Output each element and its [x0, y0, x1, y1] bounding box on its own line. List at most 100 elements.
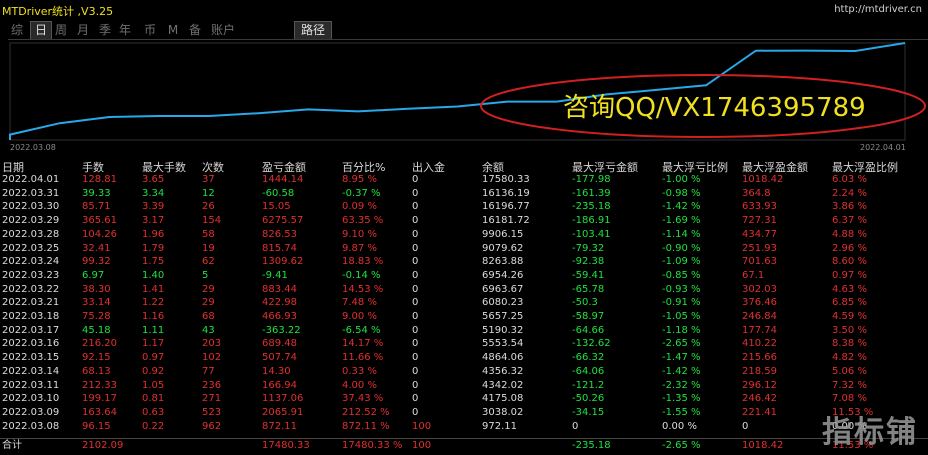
table-cell: 633.93: [742, 201, 777, 213]
table-cell: 38.30: [82, 283, 111, 295]
table-cell: 422.98: [262, 297, 297, 309]
table-cell: 1.16: [142, 311, 165, 322]
table-cell: 815.74: [262, 242, 297, 254]
tab-5[interactable]: 年: [116, 22, 134, 39]
table-cell: -0.14 %: [342, 269, 381, 281]
table-cell: 2022.03.15: [2, 352, 60, 364]
table-cell: 合计: [2, 440, 22, 451]
table-cell: 102: [202, 352, 222, 364]
table-cell: 2022.03.25: [2, 242, 60, 254]
table-cell: 365.61: [82, 215, 117, 227]
table-cell: 1.40: [142, 269, 165, 281]
table-cell: 9.10 %: [342, 228, 377, 240]
table-cell: 3.86 %: [832, 201, 867, 213]
table-cell: 212.33: [82, 379, 117, 391]
tab-3[interactable]: 月: [74, 22, 92, 39]
table-cell: 16136.19: [482, 187, 530, 199]
table-cell: 2022.03.31: [2, 187, 60, 199]
table-cell: 2022.03.10: [2, 393, 60, 405]
table-cell: 1.11: [142, 324, 165, 336]
table-row: 2022.03.31 39.33 3.34 12 -60.58 -0.37 % 0 16136…: [0, 187, 928, 200]
table-cell: -0.37 %: [342, 187, 381, 199]
tab-7[interactable]: M: [166, 22, 180, 39]
tab-6[interactable]: 币: [140, 22, 160, 39]
table-cell: 19: [202, 242, 215, 254]
table-cell: 0: [412, 256, 419, 268]
table-row: 2022.04.01 128.81 3.65 37 1444.14 8.95 % 0 1758…: [0, 173, 928, 186]
table-cell: 7.32 %: [832, 379, 867, 391]
table-cell: 0: [412, 338, 419, 350]
table-cell: 3.65: [142, 174, 165, 185]
table-cell: -0.98 %: [662, 187, 701, 199]
table-cell: 9.87 %: [342, 242, 377, 254]
table-cell: -2.65 %: [662, 338, 701, 350]
table-cell: 37: [202, 174, 215, 185]
table-cell: -79.32: [572, 242, 605, 254]
table-cell: 29: [202, 297, 215, 309]
table-cell: 154: [202, 215, 222, 227]
table-cell: 166.94: [262, 379, 297, 391]
table-cell: 251.93: [742, 242, 777, 254]
table-cell: 507.74: [262, 352, 297, 364]
table-cell: 16196.77: [482, 201, 530, 213]
table-cell: 18.83 %: [342, 256, 384, 268]
table-cell: 63.35 %: [342, 215, 384, 227]
table-cell: 1018.42: [742, 174, 784, 185]
table-cell: 0.97 %: [832, 269, 867, 281]
table-cell: 4.82 %: [832, 352, 867, 364]
path-button[interactable]: 路径: [294, 21, 332, 40]
table-cell: 872.11 %: [342, 420, 390, 432]
table-cell: 8.60 %: [832, 256, 867, 268]
table-row: 2022.03.11 212.33 1.05 236 166.94 4.00 % 0 4342…: [0, 379, 928, 392]
table-cell: 199.17: [82, 393, 117, 405]
table-cell: 1137.06: [262, 393, 304, 405]
table-cell: 9.00 %: [342, 311, 377, 322]
tab-1[interactable]: 日: [30, 21, 52, 40]
table-cell: 16181.72: [482, 215, 530, 227]
tab-8[interactable]: 备: [186, 22, 204, 39]
table-cell: 0.22: [142, 420, 165, 432]
table-row: 2022.03.21 33.14 1.22 29 422.98 7.48 % 0 6080.2…: [0, 296, 928, 309]
table-cell: -65.78: [572, 283, 605, 295]
table-row: 2022.03.15 92.15 0.97 102 507.74 11.66 % 0 4864…: [0, 351, 928, 364]
table-cell: 11.66 %: [342, 352, 384, 364]
table-cell: 0: [412, 228, 419, 240]
table-cell: -64.06: [572, 365, 605, 377]
table-cell: 2.96 %: [832, 242, 867, 254]
table-cell: 96.15: [82, 420, 111, 432]
table-cell: 216.20: [82, 338, 117, 350]
table-cell: 4864.06: [482, 352, 524, 364]
table-cell: 872.11: [262, 420, 297, 432]
table-cell: 100: [412, 440, 432, 451]
table-cell: -64.66: [572, 324, 605, 336]
table-cell: -34.15: [572, 406, 605, 418]
table-cell: 246.84: [742, 311, 777, 322]
table-row: 2022.03.18 75.28 1.16 68 466.93 9.00 % 0 5657.2…: [0, 310, 928, 323]
table-cell: 1.79: [142, 242, 165, 254]
table-cell: 3.34: [142, 187, 165, 199]
table-cell: -1.14 %: [662, 228, 701, 240]
table-cell: 33.14: [82, 297, 111, 309]
tab-4[interactable]: 季: [96, 22, 114, 39]
tab-0[interactable]: 综: [8, 22, 26, 39]
table-cell: -6.54 %: [342, 324, 381, 336]
table-cell: 128.81: [82, 174, 117, 185]
table-cell: 4342.02: [482, 379, 524, 391]
table-cell: 221.41: [742, 406, 777, 418]
website-link[interactable]: http://mtdriver.cn: [834, 4, 922, 15]
table-cell: 0.09 %: [342, 201, 377, 213]
table-cell: 6080.23: [482, 297, 524, 309]
tab-2[interactable]: 周: [52, 22, 70, 39]
table-cell: 2022.03.30: [2, 201, 60, 213]
table-cell: -1.42 %: [662, 201, 701, 213]
table-cell: 17480.33: [262, 440, 310, 451]
table-cell: 212.52 %: [342, 406, 390, 418]
balance-line: [9, 42, 906, 140]
table-cell: -1.42 %: [662, 365, 701, 377]
table-cell: -132.62: [572, 338, 611, 350]
table-cell: -1.05 %: [662, 311, 701, 322]
table-cell: 2022.03.28: [2, 228, 60, 240]
tab-9[interactable]: 账户: [208, 22, 238, 39]
table-cell: 2022.03.14: [2, 365, 60, 377]
table-cell: 4356.32: [482, 365, 524, 377]
